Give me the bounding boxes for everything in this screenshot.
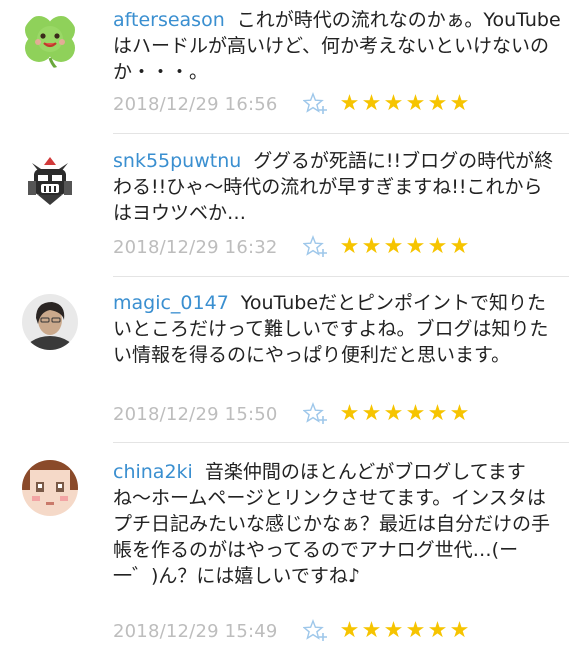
star-icon: ★ <box>361 401 382 426</box>
comment-timestamp: 2018/12/29 15:49 <box>113 620 278 642</box>
comment-item: magic_0147 YouTubeだとピンポイントで知りたいところだけって難しい… <box>0 277 569 443</box>
star-rating: ★ ★ ★ ★ ★ ★ <box>339 620 470 642</box>
star-icon: ★ <box>361 618 382 643</box>
pixel-face-icon[interactable] <box>22 460 78 516</box>
add-favorite-star-icon[interactable] <box>302 402 329 426</box>
star-icon: ★ <box>427 234 448 259</box>
comment-item: china2ki 音楽仲間のほとんどがブログしてますね〜ホームページとリンクさせて… <box>0 443 569 643</box>
clover-face-icon[interactable] <box>22 12 78 68</box>
robot-helmet-icon[interactable] <box>22 153 78 209</box>
star-icon: ★ <box>405 401 426 426</box>
star-icon: ★ <box>427 91 448 116</box>
comment-timestamp: 2018/12/29 15:50 <box>113 403 278 425</box>
star-icon: ★ <box>339 234 360 259</box>
add-favorite-star-icon[interactable] <box>302 92 329 116</box>
star-icon: ★ <box>405 91 426 116</box>
comment-timestamp: 2018/12/29 16:32 <box>113 236 278 258</box>
star-icon: ★ <box>361 91 382 116</box>
comment-username[interactable]: magic_0147 <box>113 292 229 314</box>
comment-username[interactable]: snk55puwtnu <box>113 150 241 172</box>
comment-text: snk55puwtnu ググるが死語に!!ブログの時代が終わる!!ひゃ〜時代の流れ… <box>113 148 561 226</box>
star-rating: ★ ★ ★ ★ ★ ★ <box>339 403 470 425</box>
comment-meta: 2018/12/29 16:32 ★ ★ ★ ★ ★ ★ <box>113 235 470 259</box>
star-icon: ★ <box>383 618 404 643</box>
comment-text: afterseason これが時代の流れなのかぁ。YouTubeはハードルが高いけ… <box>113 7 561 85</box>
star-icon: ★ <box>449 234 470 259</box>
comment-username[interactable]: china2ki <box>113 461 193 483</box>
comment-text: magic_0147 YouTubeだとピンポイントで知りたいところだけって難しい… <box>113 290 561 368</box>
add-favorite-star-icon[interactable] <box>302 235 329 259</box>
star-icon: ★ <box>383 234 404 259</box>
star-icon: ★ <box>383 91 404 116</box>
star-rating: ★ ★ ★ ★ ★ ★ <box>339 93 470 115</box>
star-icon: ★ <box>361 234 382 259</box>
comment-meta: 2018/12/29 15:49 ★ ★ ★ ★ ★ ★ <box>113 619 470 643</box>
comment-item: snk55puwtnu ググるが死語に!!ブログの時代が終わる!!ひゃ〜時代の流れ… <box>0 134 569 277</box>
comment-username[interactable]: afterseason <box>113 9 225 31</box>
comment-timestamp: 2018/12/29 16:56 <box>113 93 278 115</box>
star-icon: ★ <box>449 401 470 426</box>
person-photo-icon[interactable] <box>22 294 78 350</box>
star-icon: ★ <box>427 401 448 426</box>
star-icon: ★ <box>339 401 360 426</box>
star-icon: ★ <box>383 401 404 426</box>
comment-meta: 2018/12/29 16:56 ★ ★ ★ ★ ★ ★ <box>113 92 470 116</box>
star-icon: ★ <box>449 618 470 643</box>
comment-item: afterseason これが時代の流れなのかぁ。YouTubeはハードルが高いけ… <box>0 0 569 134</box>
add-favorite-star-icon[interactable] <box>302 619 329 643</box>
star-icon: ★ <box>405 234 426 259</box>
star-icon: ★ <box>449 91 470 116</box>
star-rating: ★ ★ ★ ★ ★ ★ <box>339 236 470 258</box>
comment-text: china2ki 音楽仲間のほとんどがブログしてますね〜ホームページとリンクさせて… <box>113 459 561 589</box>
comment-meta: 2018/12/29 15:50 ★ ★ ★ ★ ★ ★ <box>113 402 470 426</box>
star-icon: ★ <box>427 618 448 643</box>
star-icon: ★ <box>405 618 426 643</box>
star-icon: ★ <box>339 618 360 643</box>
star-icon: ★ <box>339 91 360 116</box>
